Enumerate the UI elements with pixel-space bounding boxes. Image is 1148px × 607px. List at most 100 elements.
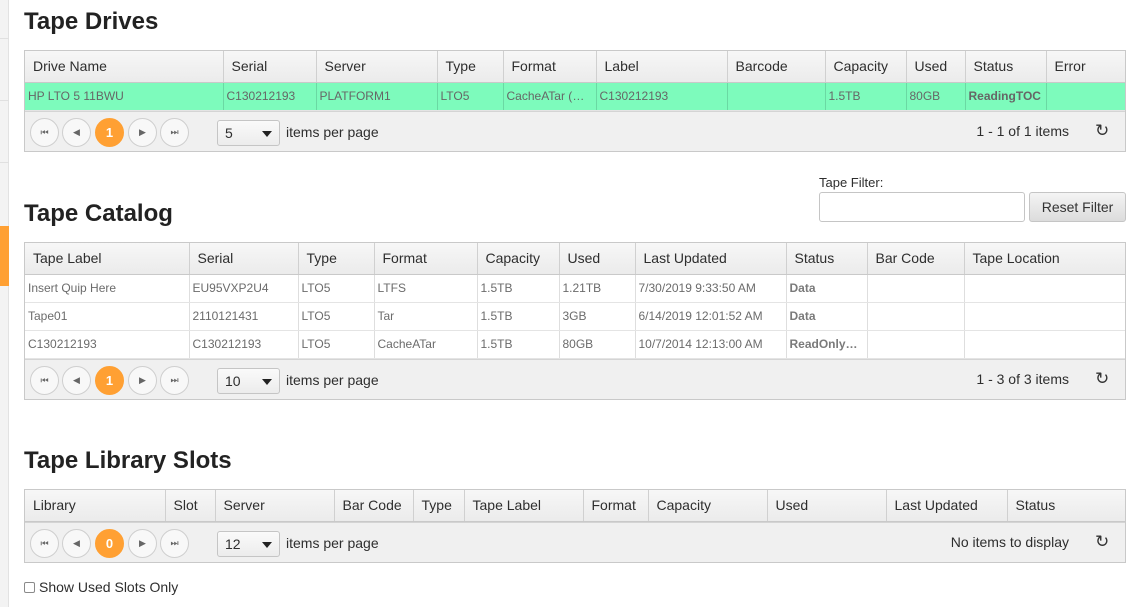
current-page-button[interactable]: 1 (95, 365, 124, 395)
prev-page-button[interactable]: ◀ (62, 117, 91, 147)
sidebar-active-marker[interactable] (0, 226, 9, 286)
table-header-row: Tape Label Serial Type Format Capacity U… (25, 243, 1125, 275)
column-header[interactable]: Bar Code (334, 490, 414, 522)
refresh-icon[interactable]: ↻ (1095, 533, 1111, 550)
page-size-select[interactable]: 5 (217, 119, 280, 146)
first-page-icon: ⏮ (40, 537, 49, 548)
next-page-icon: ▶ (139, 126, 146, 137)
table-cell: C130212193 (596, 82, 728, 111)
column-header[interactable]: Library (25, 490, 166, 522)
page-size-select[interactable]: 10 (217, 367, 280, 394)
reset-filter-button[interactable]: Reset Filter (1029, 192, 1126, 222)
column-header[interactable]: Capacity (477, 243, 560, 275)
tape-catalog-grid: Tape Label Serial Type Format Capacity U… (24, 242, 1126, 400)
refresh-icon[interactable]: ↻ (1095, 370, 1111, 387)
table-cell: 1.5TB (477, 330, 560, 359)
last-page-button[interactable]: ⏭ (160, 528, 189, 558)
table-row[interactable]: Tape01 2110121431 LTO5 Tar 1.5TB 3GB 6/1… (25, 302, 1125, 331)
table-cell: C130212193 (25, 330, 190, 359)
sidebar-divider (0, 100, 9, 101)
page-size-select[interactable]: 12 (217, 530, 280, 557)
column-header[interactable]: Tape Label (25, 243, 190, 275)
next-page-button[interactable]: ▶ (128, 528, 157, 558)
first-page-button[interactable]: ⏮ (30, 365, 59, 395)
column-header[interactable]: Drive Name (25, 51, 224, 83)
column-header[interactable]: Status (1007, 490, 1125, 522)
table-cell (867, 274, 965, 303)
column-header[interactable]: Server (215, 490, 335, 522)
first-page-icon: ⏮ (40, 374, 49, 385)
table-cell: 3GB (559, 302, 636, 331)
column-header[interactable]: Last Updated (635, 243, 787, 275)
pager: ⏮ ◀ 1 ▶ ⏭ 5 items per page 1 - 1 of 1 it… (25, 110, 1125, 151)
show-used-slots-toggle[interactable]: Show Used Slots Only (24, 579, 178, 595)
current-page-button[interactable]: 0 (95, 528, 124, 558)
column-header[interactable]: Server (316, 51, 438, 83)
column-header[interactable]: Format (583, 490, 649, 522)
column-header[interactable]: Label (596, 51, 728, 83)
column-header[interactable]: Bar Code (867, 243, 965, 275)
table-cell: CacheATar (R… (503, 82, 597, 111)
table-cell: HP LTO 5 11BWU (25, 82, 224, 111)
table-row[interactable]: C130212193 C130212193 LTO5 CacheATar 1.5… (25, 330, 1125, 359)
pager: ⏮ ◀ 1 ▶ ⏭ 10 items per page 1 - 3 of 3 i… (25, 358, 1125, 399)
next-page-button[interactable]: ▶ (128, 117, 157, 147)
column-header[interactable]: Used (906, 51, 966, 83)
last-page-button[interactable]: ⏭ (160, 365, 189, 395)
column-header[interactable]: Format (374, 243, 478, 275)
show-used-slots-checkbox[interactable] (24, 581, 35, 593)
last-page-button[interactable]: ⏭ (160, 117, 189, 147)
first-page-icon: ⏮ (40, 126, 49, 137)
status-cell: Data (786, 274, 868, 303)
refresh-icon[interactable]: ↻ (1095, 122, 1111, 139)
column-header[interactable]: Tape Location (964, 243, 1125, 275)
column-header[interactable]: Format (503, 51, 597, 83)
current-page-button[interactable]: 1 (95, 117, 124, 147)
column-header[interactable]: Type (437, 51, 504, 83)
column-header[interactable]: Capacity (648, 490, 768, 522)
column-header[interactable]: Barcode (727, 51, 826, 83)
table-cell (867, 302, 965, 331)
table-row[interactable]: Insert Quip Here EU95VXP2U4 LTO5 LTFS 1.… (25, 274, 1125, 303)
last-page-icon: ⏭ (170, 537, 179, 548)
column-header[interactable]: Tape Label (464, 490, 584, 522)
next-page-button[interactable]: ▶ (128, 365, 157, 395)
table-cell: LTO5 (298, 274, 375, 303)
column-header[interactable]: Serial (189, 243, 299, 275)
tape-filter-input[interactable] (819, 192, 1025, 222)
page-size-value: 5 (225, 124, 233, 141)
table-cell: 1.5TB (477, 302, 560, 331)
column-header[interactable]: Type (413, 490, 465, 522)
column-header[interactable]: Last Updated (886, 490, 1008, 522)
column-header[interactable]: Type (298, 243, 375, 275)
prev-page-icon: ◀ (73, 126, 80, 137)
column-header[interactable]: Error (1046, 51, 1125, 83)
table-cell: 7/30/2019 9:33:50 AM (635, 274, 787, 303)
column-header[interactable]: Used (559, 243, 636, 275)
first-page-button[interactable]: ⏮ (30, 117, 59, 147)
items-per-page-label: items per page (286, 123, 379, 140)
page-size-value: 12 (225, 535, 241, 552)
column-header[interactable]: Slot (165, 490, 216, 522)
column-header[interactable]: Serial (223, 51, 317, 83)
last-page-icon: ⏭ (170, 126, 179, 137)
table-cell (1046, 82, 1125, 111)
tape-drives-title: Tape Drives (24, 8, 159, 35)
column-header[interactable]: Used (767, 490, 887, 522)
status-cell: ReadOnly… (786, 330, 868, 359)
chevron-down-icon (262, 130, 272, 137)
table-cell (964, 274, 1125, 303)
prev-page-button[interactable]: ◀ (62, 365, 91, 395)
table-cell (867, 330, 965, 359)
tape-library-slots-title: Tape Library Slots (24, 447, 232, 474)
column-header[interactable]: Status (786, 243, 868, 275)
prev-page-button[interactable]: ◀ (62, 528, 91, 558)
table-cell: EU95VXP2U4 (189, 274, 299, 303)
first-page-button[interactable]: ⏮ (30, 528, 59, 558)
tape-drives-grid: Drive Name Serial Server Type Format Lab… (24, 50, 1126, 152)
prev-page-icon: ◀ (73, 374, 80, 385)
table-row[interactable]: HP LTO 5 11BWU C130212193 PLATFORM1 LTO5… (25, 82, 1125, 111)
column-header[interactable]: Capacity (825, 51, 907, 83)
column-header[interactable]: Status (965, 51, 1047, 83)
table-cell: LTO5 (298, 302, 375, 331)
